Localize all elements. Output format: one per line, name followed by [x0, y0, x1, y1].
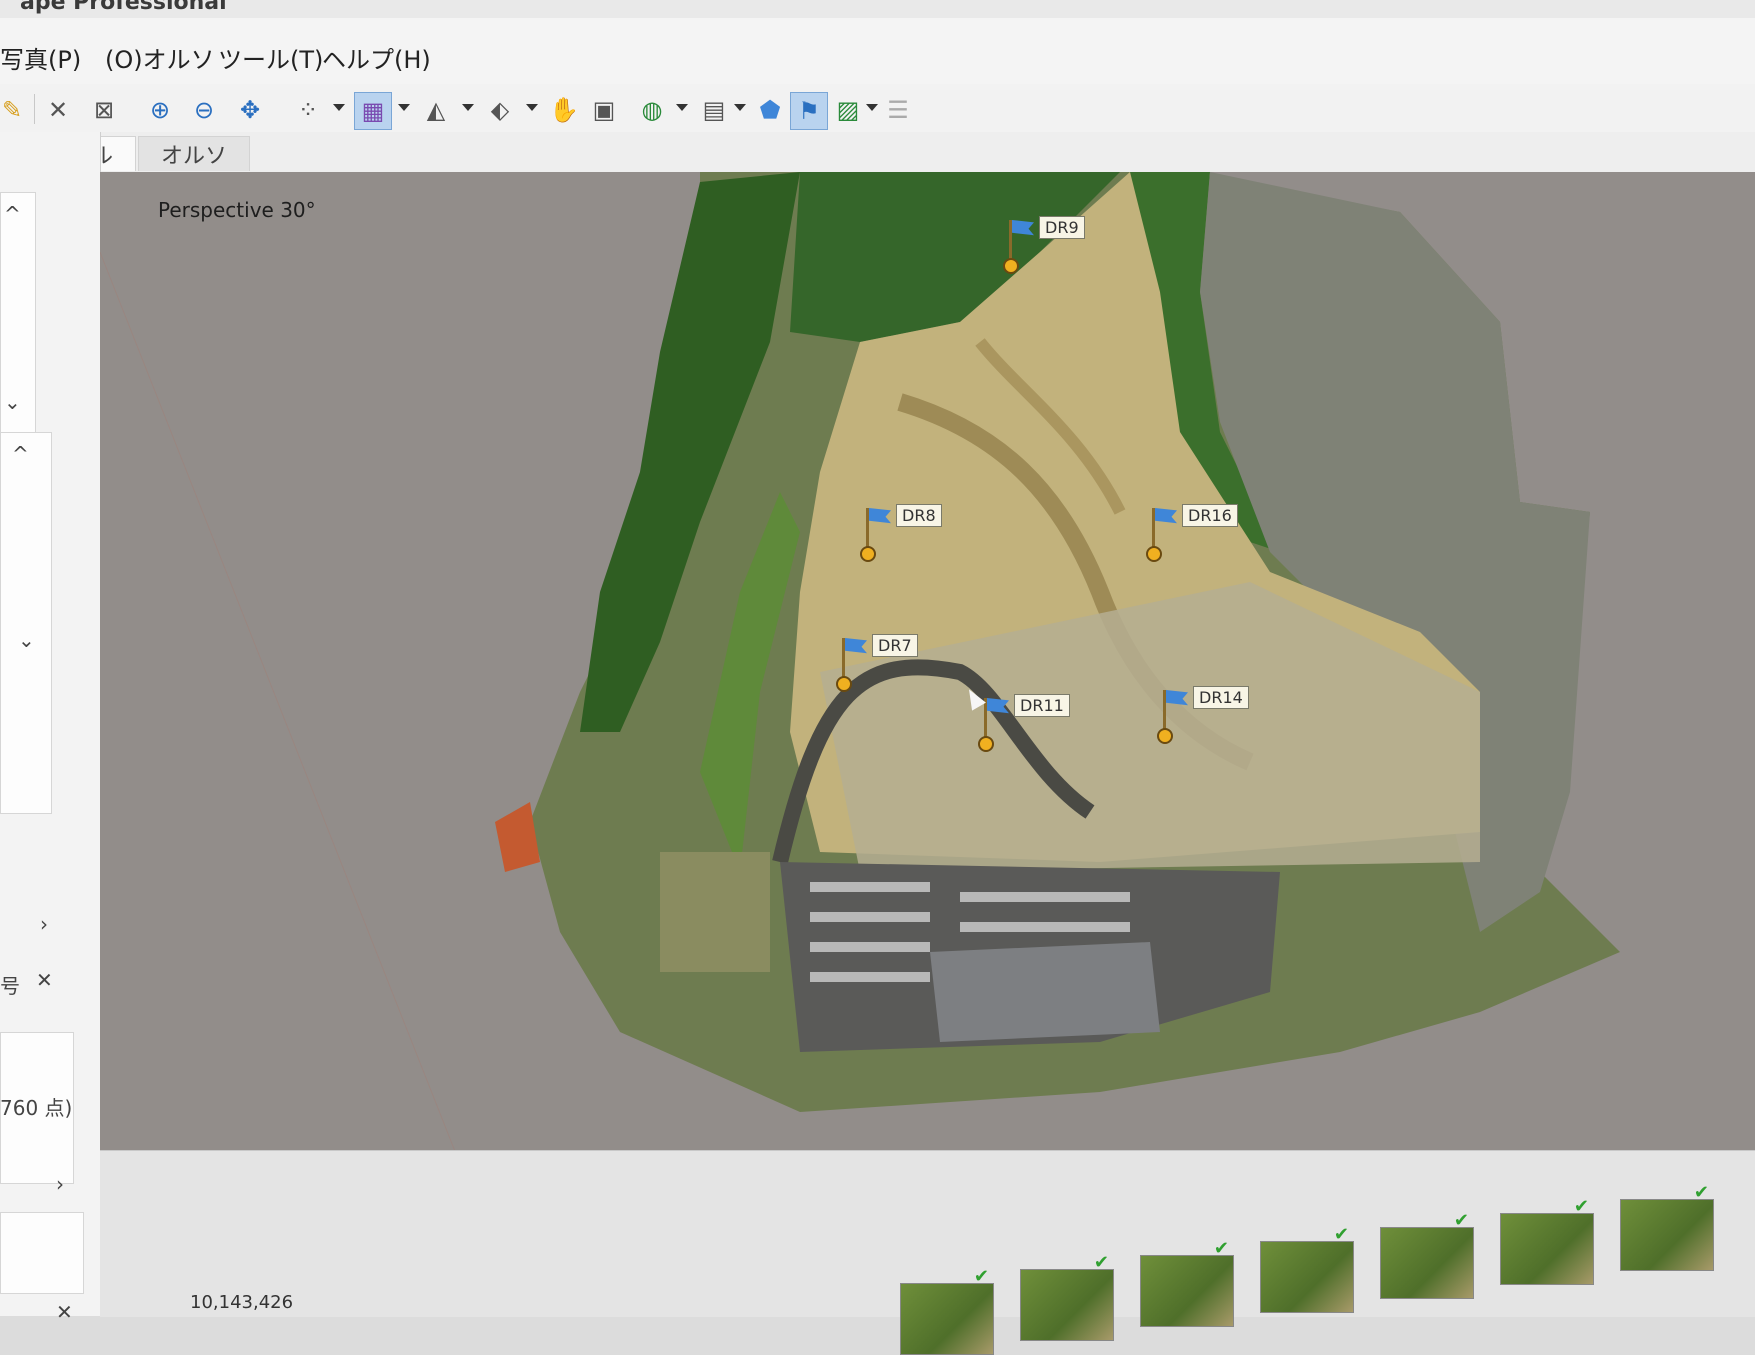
- grid-icon[interactable]: ▦: [354, 92, 392, 130]
- image-icon[interactable]: ▨: [830, 92, 866, 128]
- photo-filmstrip: ✔ ✔ ✔ ✔ ✔ ✔ ✔: [100, 1150, 1755, 1355]
- toolbar-separator: [34, 94, 35, 124]
- points-icon[interactable]: ⁘: [290, 92, 326, 128]
- crop-icon[interactable]: ⊠: [86, 92, 122, 128]
- model-viewport[interactable]: Perspective 30° DR9 DR8 DR16 DR7 DR11 DR…: [100, 172, 1755, 1316]
- chevron-right-icon[interactable]: ›: [40, 912, 48, 936]
- status-value: 10,143,426: [190, 1292, 294, 1313]
- check-icon: ✔: [1333, 1224, 1349, 1245]
- cross-icon[interactable]: ✕: [40, 92, 76, 128]
- photo-thumbnail[interactable]: ✔: [1140, 1238, 1234, 1327]
- side-panel: ^ ⌄ ^ ⌄ › 号 ✕ 760 点) › ✕: [0, 132, 101, 1324]
- zoom-in-icon[interactable]: ⊕: [142, 92, 178, 128]
- point-count-label: 760 点): [0, 1096, 73, 1120]
- chevron-down-icon[interactable]: [398, 104, 410, 111]
- zoom-out-icon[interactable]: ⊖: [186, 92, 222, 128]
- photo-thumbnail[interactable]: ✔: [900, 1266, 994, 1355]
- stack-icon[interactable]: ☰: [880, 92, 916, 128]
- chevron-down-icon[interactable]: [333, 104, 345, 111]
- menu-bar: 写真(P) (O)オルソ ツール(T) ヘルプ(H): [0, 18, 1755, 85]
- move-icon[interactable]: ✥: [232, 92, 268, 128]
- chevron-down-icon[interactable]: [526, 104, 538, 111]
- menu-help[interactable]: ヘルプ(H): [322, 40, 431, 75]
- view-tabs: モデル オルソ: [0, 132, 1755, 172]
- chevron-up-icon[interactable]: ^: [4, 202, 21, 226]
- chevron-up-icon[interactable]: ^: [12, 442, 29, 466]
- shield-icon[interactable]: ⬟: [752, 92, 788, 128]
- photo-thumbnail[interactable]: ✔: [1500, 1196, 1594, 1285]
- close-icon[interactable]: ✕: [56, 1300, 73, 1324]
- flag-icon[interactable]: ⚑: [790, 92, 828, 130]
- menu-ortho[interactable]: (O)オルソ: [105, 40, 215, 75]
- menu-photo[interactable]: 写真(P): [0, 40, 81, 75]
- photo-thumbnail[interactable]: ✔: [1620, 1182, 1714, 1271]
- chevron-down-icon[interactable]: ⌄: [18, 628, 35, 652]
- lower-panel: [0, 1212, 84, 1294]
- chevron-down-icon[interactable]: [866, 104, 878, 111]
- photo-thumbnail[interactable]: ✔: [1380, 1210, 1474, 1299]
- orthomosaic-model[interactable]: [100, 172, 1755, 1316]
- hand-icon[interactable]: ✋: [546, 92, 582, 128]
- check-icon: ✔: [1093, 1252, 1109, 1273]
- close-icon[interactable]: ✕: [36, 968, 53, 992]
- camera-icon[interactable]: ▤: [696, 92, 732, 128]
- photo-thumbnail[interactable]: ✔: [1020, 1252, 1114, 1341]
- doc-icon[interactable]: ▣: [586, 92, 622, 128]
- chevron-down-icon[interactable]: [462, 104, 474, 111]
- window-title: ape Professional: [20, 0, 227, 15]
- tab-ortho[interactable]: オルソ: [138, 136, 251, 171]
- globe-icon[interactable]: ◍: [634, 92, 670, 128]
- check-icon: ✔: [1453, 1210, 1469, 1231]
- plane-icon[interactable]: ⬖: [482, 92, 518, 128]
- check-icon: ✔: [973, 1266, 989, 1287]
- photo-thumbnail[interactable]: ✔: [1260, 1224, 1354, 1313]
- panel-fragment-label: 号: [0, 974, 20, 998]
- chevron-down-icon[interactable]: [676, 104, 688, 111]
- reference-panel: [0, 432, 52, 814]
- title-bar: ape Professional: [0, 0, 1755, 18]
- chevron-down-icon[interactable]: ⌄: [4, 390, 21, 414]
- chevron-down-icon[interactable]: [734, 104, 746, 111]
- pencil-icon[interactable]: ✎: [0, 92, 30, 128]
- pyramid-icon[interactable]: ◭: [418, 92, 454, 128]
- check-icon: ✔: [1693, 1182, 1709, 1203]
- chevron-right-icon[interactable]: ›: [56, 1172, 64, 1196]
- check-icon: ✔: [1213, 1238, 1229, 1259]
- check-icon: ✔: [1573, 1196, 1589, 1217]
- toolbar: ✎ ✕ ⊠ ⊕ ⊖ ✥ ⁘ ▦ ◭ ⬖ ✋ ▣ ◍ ▤ ⬟ ⚑ ▨ ☰: [0, 84, 1755, 133]
- menu-tools[interactable]: ツール(T): [218, 40, 323, 75]
